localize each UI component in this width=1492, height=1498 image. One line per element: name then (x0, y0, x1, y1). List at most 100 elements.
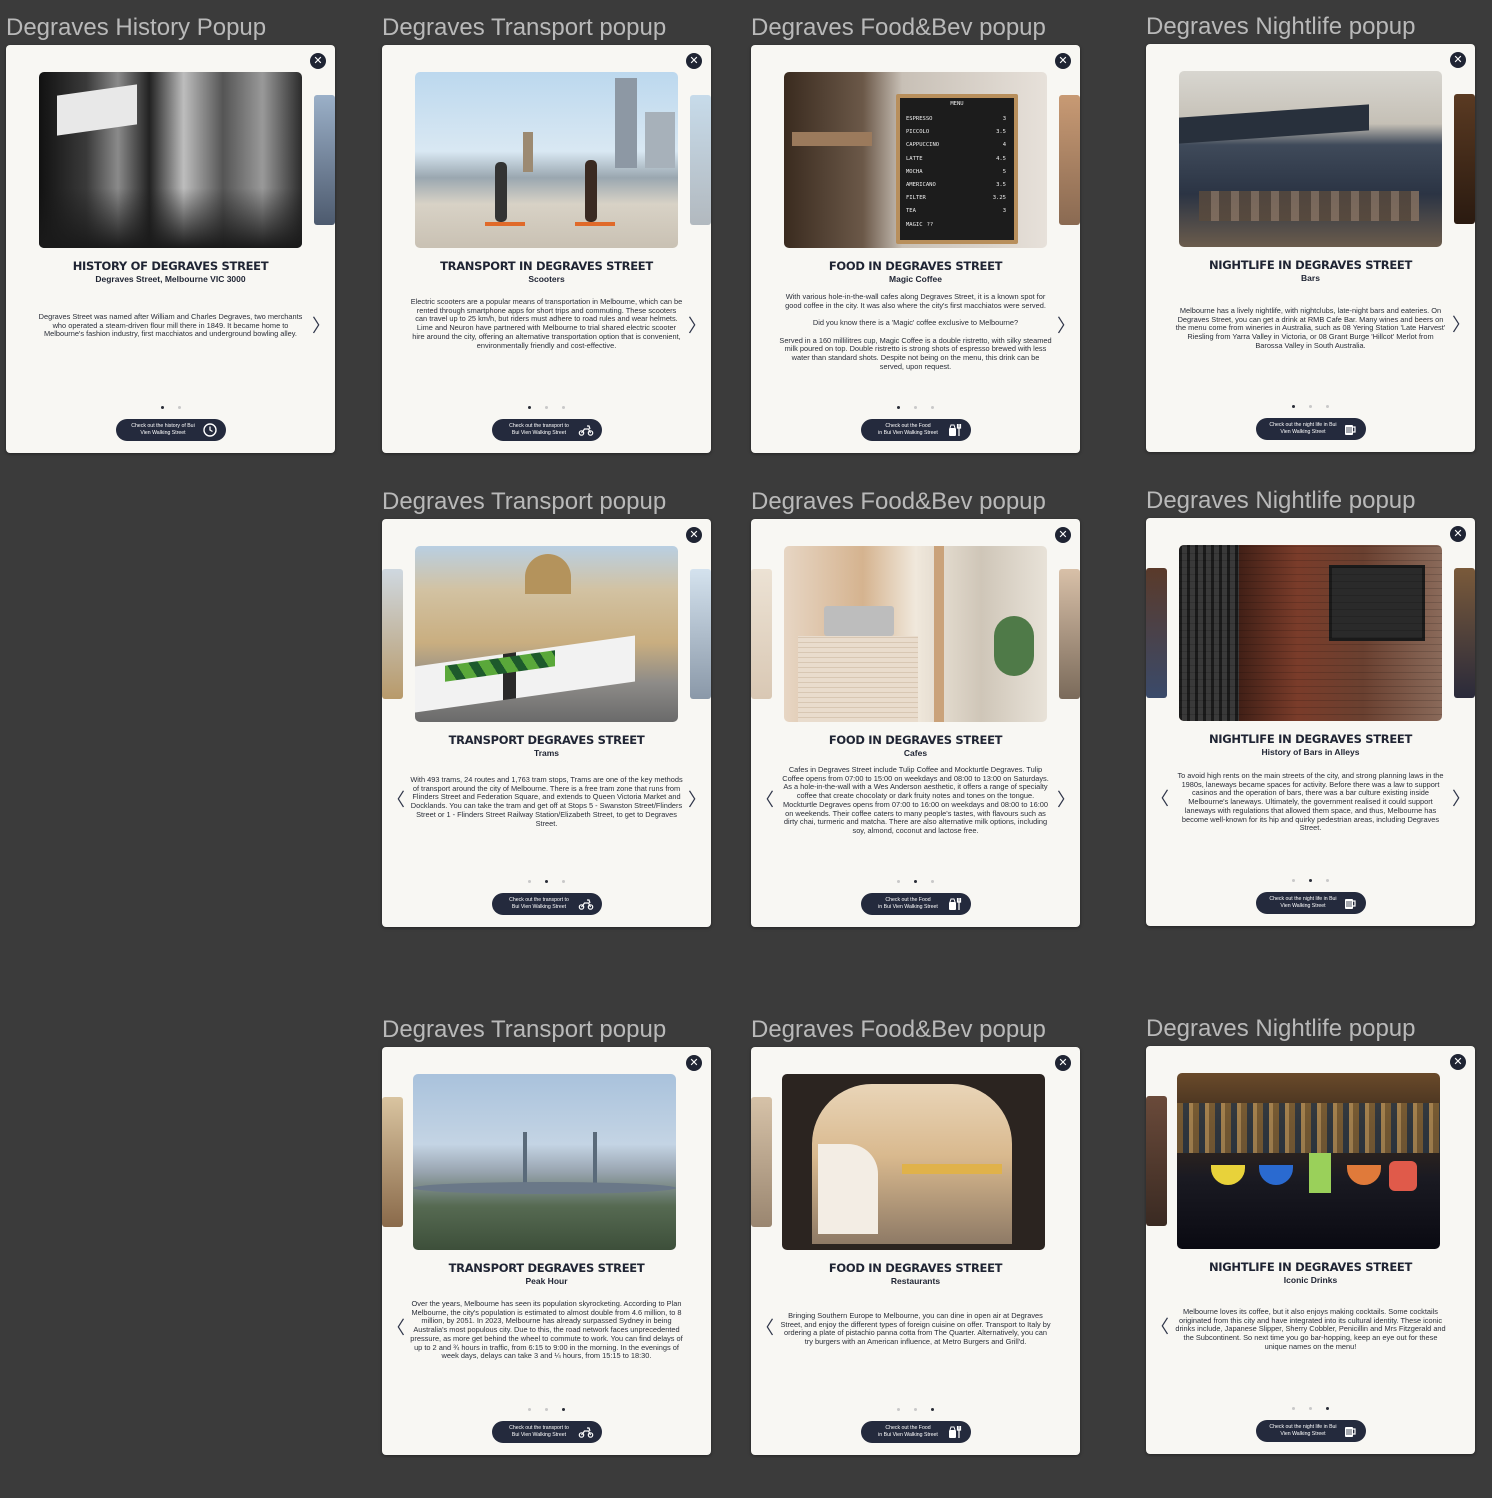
close-icon[interactable]: ✕ (686, 53, 702, 69)
pagination-dot[interactable] (914, 880, 917, 883)
nightlife-popup-card-alleys: ✕ NIGHTLIFE IN DEGRAVES STREET History o… (1146, 518, 1475, 926)
pagination-dot[interactable] (562, 1408, 565, 1411)
frame-title-food-2: Degraves Food&Bev popup (751, 488, 1046, 515)
close-icon[interactable]: ✕ (1450, 526, 1466, 542)
pagination-dot[interactable] (914, 406, 917, 409)
coffee-menu-photo: MENU ESPRESSO 3 PICCOLO 3.5 CAPPUCCINO 4 LA… (784, 72, 1047, 248)
transport-popup-card-peak-hour: ✕ TRANSPORT DEGRAVES STREET Peak Hour Ov… (382, 1047, 711, 1455)
next-arrow-icon[interactable]: 〉 (312, 317, 330, 337)
food-cta-button[interactable]: Check out the Food in Bui Vien Walking S… (861, 419, 971, 441)
menu-row: MAGIC?? (906, 219, 1006, 232)
cafe-interior-photo (784, 546, 1047, 722)
clock-icon (203, 423, 217, 437)
pagination-dot[interactable] (545, 880, 548, 883)
history-popup-card: ✕ HISTORY OF DEGRAVES STREET Degraves St… (6, 45, 335, 453)
food-popup-card-magic-coffee: ✕ MENU ESPRESSO 3 PICCOLO 3.5 CAPPUCCINO 4 … (751, 45, 1080, 453)
card-subtitle: Restaurants (890, 1276, 941, 1286)
nightlife-cta-button[interactable]: Check out the night life in Bui Vien Wal… (1256, 1420, 1366, 1442)
menu-row: CAPPUCCINO 4 (906, 139, 1006, 152)
next-arrow-icon[interactable]: 〉 (688, 317, 706, 337)
food-popup-card-restaurants: ✕ FOOD IN DEGRAVES STREET Restaurants Br… (751, 1047, 1080, 1455)
history-cta-button[interactable]: Check out the history of Bui Vien Walkin… (116, 419, 226, 441)
menu-row: PICCOLO 3.5 (906, 126, 1006, 139)
prev-slide-peek (751, 569, 772, 699)
pagination-dots (382, 1399, 711, 1411)
pagination-dot[interactable] (1326, 879, 1329, 882)
pagination-dot[interactable] (1292, 405, 1295, 408)
menu-row: MOCHA 5 (906, 166, 1006, 179)
prev-arrow-icon[interactable]: 〈 (1151, 790, 1169, 810)
menu-item-price: 3 (1002, 208, 1006, 215)
motorbike-icon (578, 899, 594, 910)
pagination-dot[interactable] (1309, 1407, 1312, 1410)
pagination-dot[interactable] (177, 406, 181, 409)
pagination-dot[interactable] (528, 880, 531, 883)
card-title: NIGHTLIFE IN DEGRAVES STREET (1208, 258, 1413, 272)
food-cta-button[interactable]: Check out the Food in Bui Vien Walking S… (861, 1421, 971, 1443)
pagination-dot[interactable] (897, 1408, 900, 1411)
menu-item-price: 4 (1002, 142, 1006, 149)
pagination-dot[interactable] (545, 1408, 548, 1411)
food-cta-button[interactable]: Check out the Food in Bui Vien Walking S… (861, 893, 971, 915)
scooters-photo (415, 72, 678, 248)
pagination-dots (751, 871, 1080, 883)
nightlife-cta-button[interactable]: Check out the night life in Bui Vien Wal… (1256, 892, 1366, 914)
nightlife-cta-button[interactable]: Check out the night life in Bui Vien Wal… (1256, 418, 1366, 440)
menu-item-price: 5 (1002, 168, 1006, 175)
close-icon[interactable]: ✕ (1450, 52, 1466, 68)
card-title: FOOD IN DEGRAVES STREET (828, 259, 1003, 273)
pagination-dot[interactable] (545, 406, 548, 409)
close-icon[interactable]: ✕ (310, 53, 326, 69)
pagination-dots (751, 397, 1080, 409)
pagination-dot[interactable] (897, 406, 900, 409)
frame-title-nightlife-1: Degraves Nightlife popup (1146, 13, 1416, 40)
pagination-dot[interactable] (1309, 879, 1312, 882)
close-icon[interactable]: ✕ (686, 527, 702, 543)
pagination-dot[interactable] (1292, 1407, 1295, 1410)
pagination-dot[interactable] (931, 406, 934, 409)
pagination-dot[interactable] (1326, 1407, 1329, 1410)
next-arrow-icon[interactable]: 〉 (1057, 791, 1075, 811)
next-arrow-icon[interactable]: 〉 (1452, 316, 1470, 336)
pagination-dot[interactable] (528, 406, 531, 409)
card-body: Bringing Southern Europe to Melbourne, y… (780, 1311, 1051, 1347)
next-arrow-icon[interactable]: 〉 (688, 791, 706, 811)
motorbike-icon (578, 425, 594, 436)
food-popup-card-cafes: ✕ FOOD IN DEGRAVES STREET Cafes Cafes in… (751, 519, 1080, 927)
pagination-dot[interactable] (914, 1408, 917, 1411)
food-drink-icon (949, 424, 962, 436)
transport-cta-button[interactable]: Check out the transport to Bui Vien Walk… (492, 893, 602, 915)
pagination-dot[interactable] (931, 1408, 934, 1411)
transport-cta-button[interactable]: Check out the transport to Bui Vien Walk… (492, 419, 602, 441)
prev-arrow-icon[interactable]: 〈 (1151, 1318, 1169, 1338)
pagination-dot[interactable] (897, 880, 900, 883)
card-subtitle: Trams (533, 748, 560, 758)
close-icon[interactable]: ✕ (1055, 527, 1071, 543)
menu-item-price: 3.5 (996, 182, 1006, 189)
prev-arrow-icon[interactable]: 〈 (387, 1319, 405, 1339)
next-slide-peek (690, 569, 711, 699)
frame-title-food-3: Degraves Food&Bev popup (751, 1016, 1046, 1043)
pagination-dot[interactable] (1326, 405, 1329, 408)
card-title: FOOD IN DEGRAVES STREET (828, 1261, 1003, 1275)
transport-cta-button[interactable]: Check out the transport to Bui Vien Walk… (492, 1421, 602, 1443)
pagination-dot[interactable] (1292, 879, 1295, 882)
pagination-dot[interactable] (160, 406, 164, 409)
close-icon[interactable]: ✕ (1055, 1055, 1071, 1071)
close-icon[interactable]: ✕ (686, 1055, 702, 1071)
pagination-dots (1146, 396, 1475, 408)
pagination-dot[interactable] (931, 880, 934, 883)
pagination-dot[interactable] (562, 880, 565, 883)
next-arrow-icon[interactable]: 〉 (1452, 790, 1470, 810)
pagination-dot[interactable] (528, 1408, 531, 1411)
close-icon[interactable]: ✕ (1055, 53, 1071, 69)
pagination-dot[interactable] (562, 406, 565, 409)
prev-arrow-icon[interactable]: 〈 (387, 791, 405, 811)
prev-arrow-icon[interactable]: 〈 (756, 791, 774, 811)
frame-title-history: Degraves History Popup (6, 14, 267, 41)
menu-item-name: MOCHA (906, 168, 923, 175)
close-icon[interactable]: ✕ (1450, 1054, 1466, 1070)
pagination-dot[interactable] (1309, 405, 1312, 408)
prev-arrow-icon[interactable]: 〈 (756, 1319, 774, 1339)
next-arrow-icon[interactable]: 〉 (1057, 317, 1075, 337)
